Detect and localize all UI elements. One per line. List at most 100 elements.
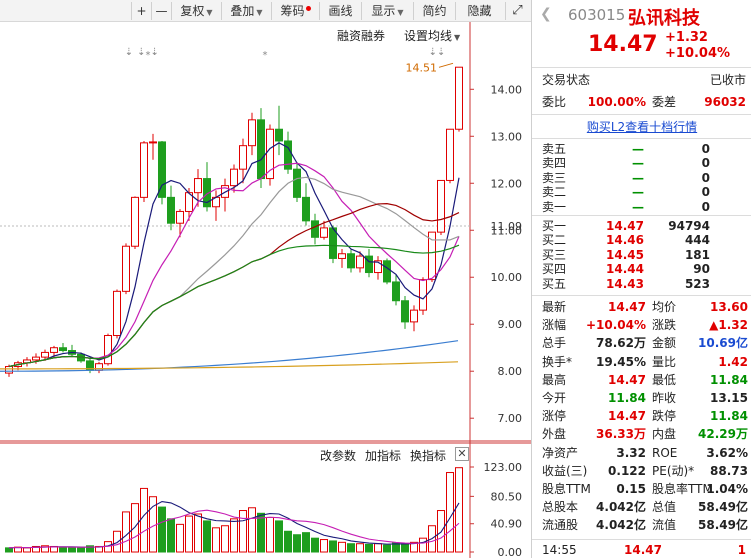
vol-change-params[interactable]: 改参数 [320,447,356,464]
huaxian-button[interactable]: 画线 [319,2,361,20]
ma-settings-label: 设置均线 [404,29,453,43]
stat-label: 外盘 [542,427,567,442]
stats-row: 最新 14.47 均价 13.60 [532,298,751,316]
candle [356,255,364,269]
candle [401,300,409,323]
event-marker-icon: ⇣⁎⇣ [137,47,159,58]
candle [383,260,391,283]
candle [194,178,202,194]
stat-value: 14.47 [608,409,646,424]
quote-panel: ❮ 603015 弘讯科技 14.47 +1.32 +10.04% 交易状态 已… [531,0,751,558]
stat-value: 58.49亿 [698,500,748,515]
price-axis-label: 13.00 [491,130,523,143]
stat-value: 11.84 [710,409,748,424]
stat-label: 最低 [652,372,677,387]
divider [532,114,751,115]
volume-bar [302,532,310,553]
fuquan-label: 复权 [180,4,205,18]
vol-add-indicator[interactable]: 加指标 [365,447,401,464]
chouma-button[interactable]: 筹码 [271,2,319,20]
xianshi-button[interactable]: 显示 ▼ [361,2,413,20]
zoom-in-button[interactable]: + [131,2,151,20]
stats-row: 涨停 14.47 跌停 11.84 [532,407,751,425]
trade-status-label: 交易状态 [542,73,591,87]
l2-link-row: 购买L2查看十档行情 [532,118,751,136]
volume-bar [131,503,139,553]
buy-volume: 523 [684,276,710,291]
price-axis-label: 10.00 [491,271,523,284]
volume-bar [383,544,391,553]
stat-value: 0.15 [616,482,646,496]
zoom-out-button[interactable]: — [151,2,171,20]
ma250-line [0,361,459,370]
candle [338,253,346,259]
last-price: 14.47 [588,32,658,57]
vol-switch-indicator[interactable]: 换指标 [410,447,446,464]
stat-value: 1.04% [706,482,748,496]
candle [5,366,13,374]
tick-row: 14:55 14.47 1 [532,541,751,558]
tick-volume: 1 [737,543,746,557]
volume-bar [311,537,319,553]
trade-status-value: 已收市 [709,73,746,87]
stat-value: 0.122 [608,463,646,478]
jianyue-button[interactable]: 简约 [413,2,455,20]
fullscreen-icon[interactable]: ⤢ [505,2,529,20]
stats-row: 股息TTM 0.15 股息率TTM 1.04% [532,480,751,498]
vol-axis-label: 40.90 [491,518,523,531]
stat-value: 88.73 [710,463,748,478]
diejia-button[interactable]: 叠加 ▼ [221,2,271,20]
candle [392,281,400,302]
stat-label: ROE [652,445,678,460]
ma-settings-menu[interactable]: 设置均线 ▼ [404,27,460,44]
stat-label: 最新 [542,300,567,314]
stat-label: 总值 [652,500,677,515]
stat-label: 均价 [652,300,677,314]
candle [347,253,355,269]
trade-status-row: 交易状态 已收市 [532,71,751,89]
chart-toolbar: + — 复权 ▼ 叠加 ▼ 筹码 画线 显示 ▼ 简约 隐藏 ⤢ [0,0,531,22]
volume-bar [230,518,238,553]
volume-bar [266,516,274,553]
stat-value: 3.32 [616,445,646,460]
candle [104,335,112,365]
stat-label: 换手* [542,354,573,369]
stat-label: 最高 [542,372,567,387]
candle [266,128,274,180]
stat-value: ▲1.32 [709,318,748,333]
fuquan-button[interactable]: 复权 ▼ [171,2,221,20]
stat-value: 10.69亿 [698,336,748,351]
weicha-label: 委差 [652,95,677,109]
collapse-icon[interactable]: ❮ [540,6,552,22]
divider [532,295,751,296]
stat-label: 昨收 [652,391,677,405]
l2-buy-link[interactable]: 购买L2查看十档行情 [587,120,697,134]
sell-price: — [632,199,644,214]
xianshi-label: 显示 [371,4,396,18]
candle [293,168,301,198]
ma10-line [8,162,460,368]
close-icon[interactable]: ✕ [455,447,469,461]
candle [302,196,310,222]
volume-bar [374,543,382,553]
stat-label: PE(动)* [652,463,695,478]
chevron-down-icon: ▼ [454,33,461,42]
volume-bar [113,530,121,553]
volume-bar [248,507,256,553]
volume-bar [5,547,13,553]
stats-row: 总股本 4.042亿 总值 58.49亿 [532,498,751,516]
volume-bar [158,506,166,553]
yincang-button[interactable]: 隐藏 [455,2,503,20]
volume-bar [419,537,427,553]
volume-bar [167,518,175,553]
price-change-pct: +10.04% [665,46,731,61]
high-label: 14.51 [406,61,438,74]
stats-row: 总手 78.62万 金额 10.69亿 [532,334,751,352]
stock-name: 弘讯科技 [628,8,700,29]
volume-bar [203,520,211,553]
chevron-down-icon: ▼ [256,8,263,17]
sell-volume: 0 [701,199,710,214]
stat-label: 流通股 [542,518,579,533]
rzrq-menu[interactable]: 融资融券 [337,27,385,44]
volume-bar [194,513,202,553]
